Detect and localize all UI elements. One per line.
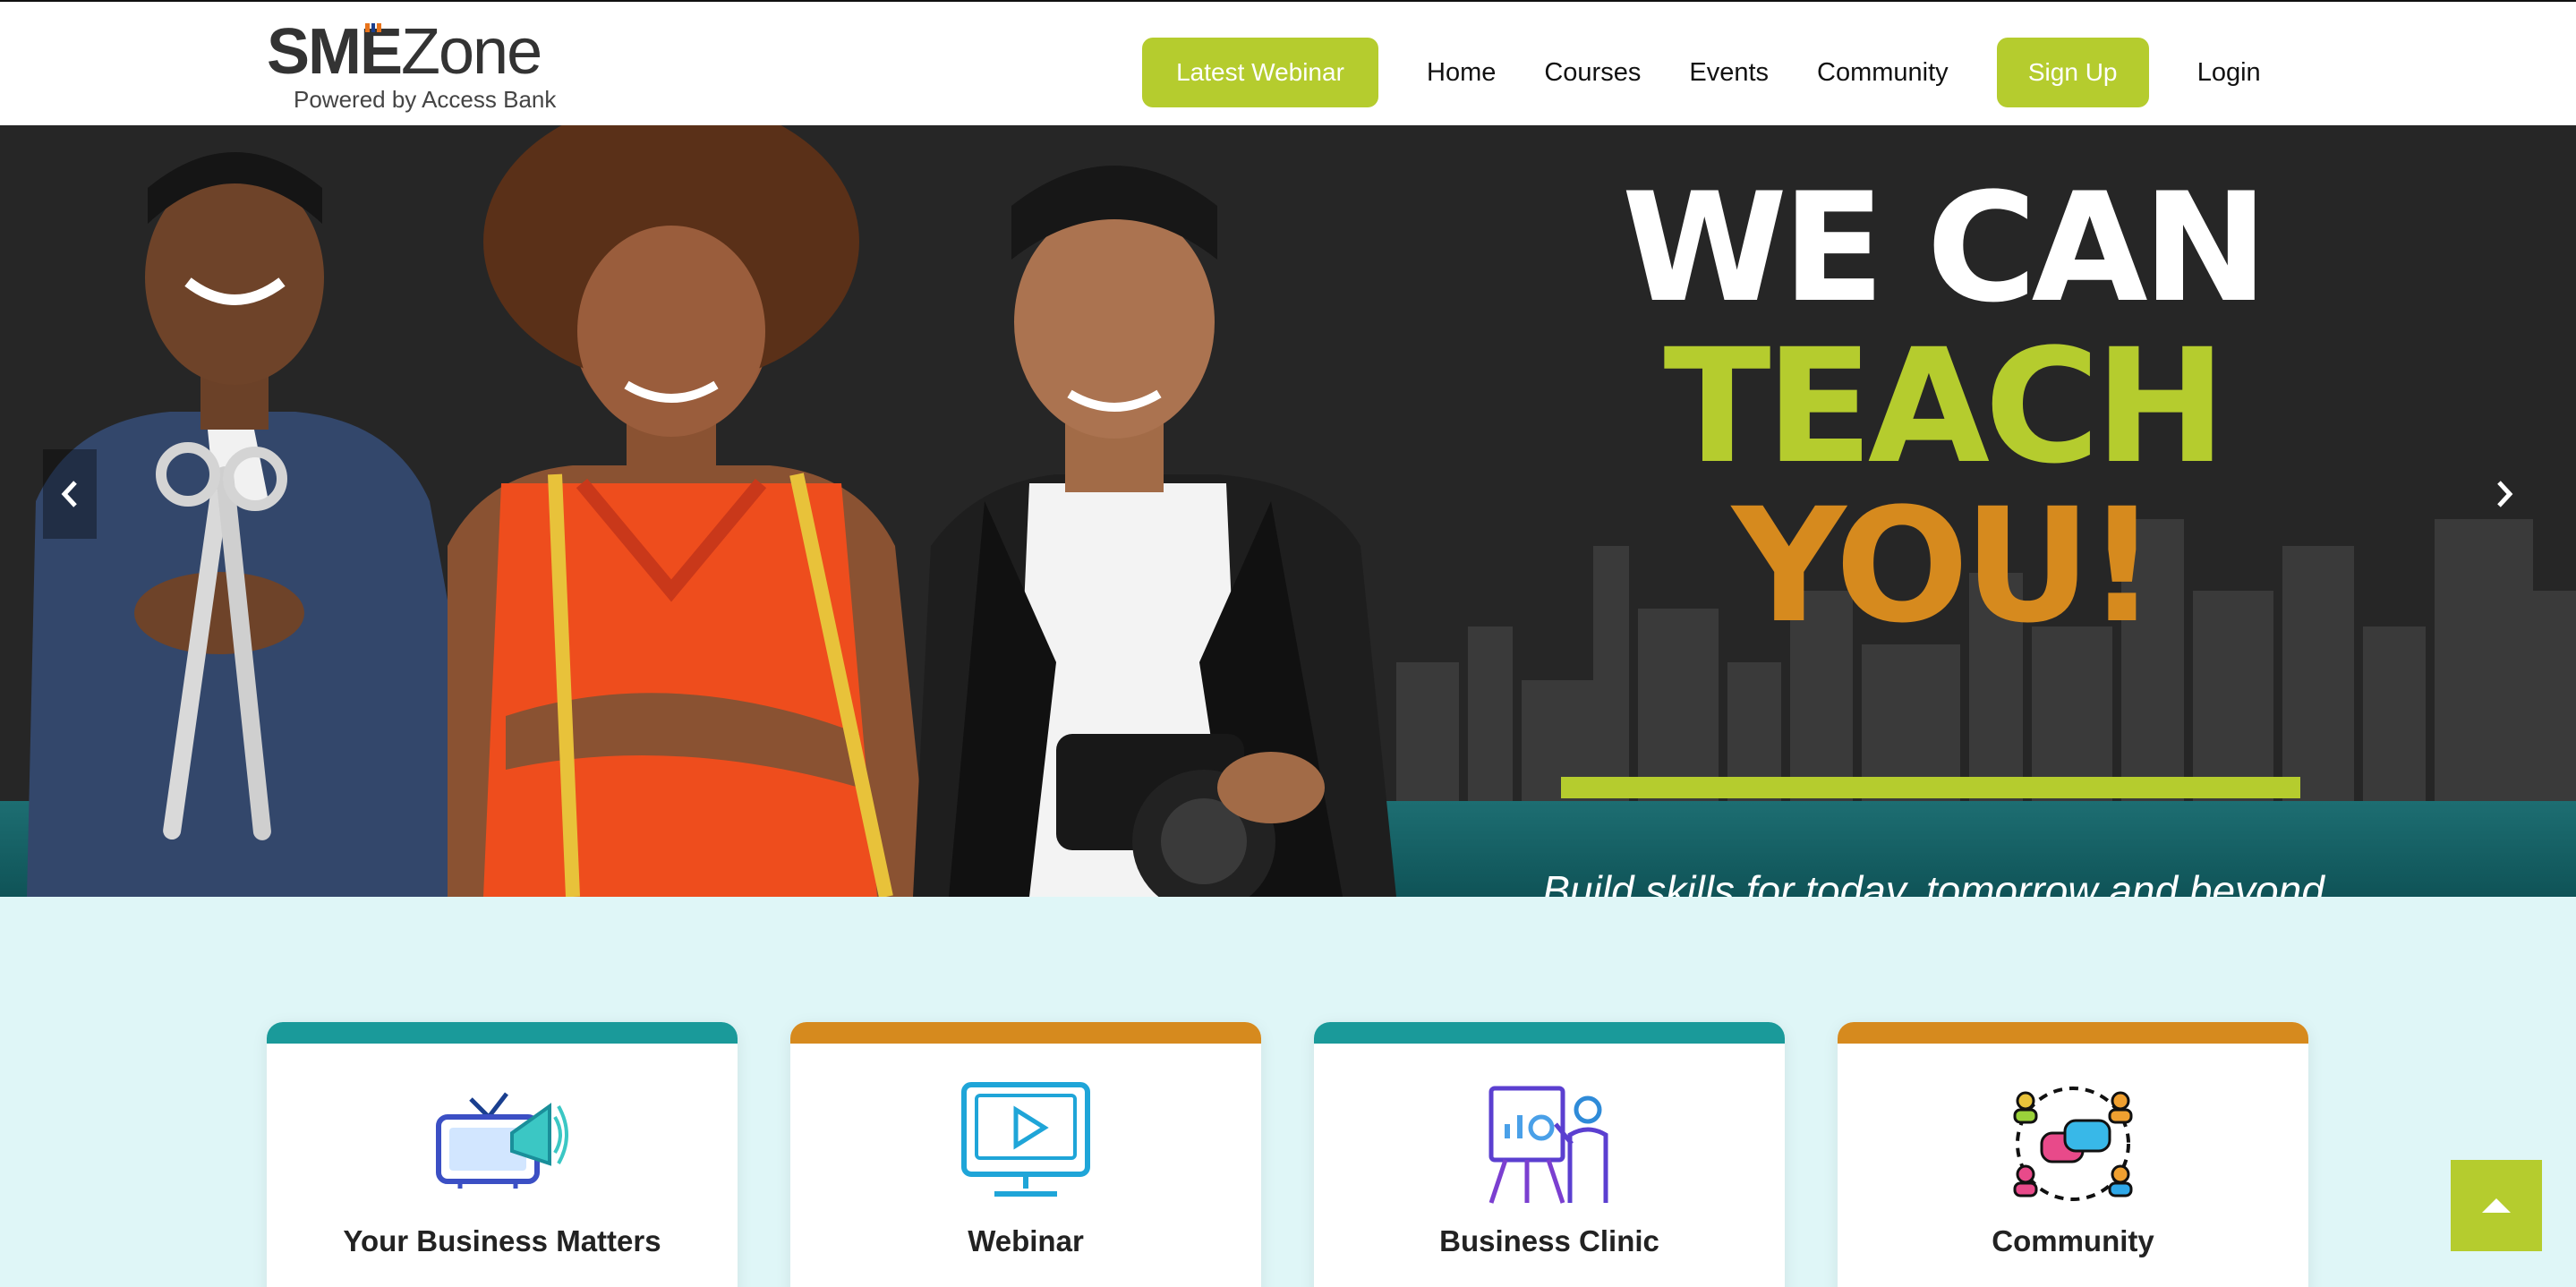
nav-login[interactable]: Login [2197,58,2261,88]
back-to-top-button[interactable] [2451,1160,2542,1251]
card-accent-bar [1838,1022,2308,1044]
carousel-next-button[interactable] [2478,449,2531,539]
service-card-your-business-matters[interactable]: Your Business Matters [267,1022,738,1287]
nav-community[interactable]: Community [1817,58,1949,88]
presentation-icon [1488,1086,1608,1204]
hero-headline: WE CAN TEACH YOU! [1486,168,2399,646]
monitor-play-icon [961,1082,1090,1197]
service-card-webinar[interactable]: Webinar [790,1022,1261,1287]
card-title: Your Business Matters [343,1224,661,1257]
chevron-right-icon [2497,481,2513,507]
logo-wordmark: SME Zone [267,20,556,84]
nav-events[interactable]: Events [1689,58,1769,88]
services-section: Your Business Matters Webinar Business C… [0,897,2576,1287]
card-title: Business Clinic [1439,1224,1659,1257]
community-chat-icon [2013,1087,2133,1201]
card-accent-bar [790,1022,1261,1044]
carousel-prev-button[interactable] [43,449,97,539]
hero-tagline: Build skills for today, tomorrow and bey… [1542,867,2324,897]
chevron-left-icon [61,481,77,507]
card-title: Community [1992,1224,2154,1257]
service-card-community[interactable]: Community [1838,1022,2308,1287]
smezone-logo[interactable]: SME Zone Powered by Access Bank [267,20,556,114]
card-title: Webinar [968,1224,1084,1257]
logo-tagline: Powered by Access Bank [294,86,557,113]
nav-home[interactable]: Home [1427,58,1496,88]
card-accent-bar [1314,1022,1785,1044]
latest-webinar-button[interactable]: Latest Webinar [1142,38,1378,107]
main-nav: Latest Webinar Home Courses Events Commu… [1142,38,2261,107]
hero-carousel: WE CAN TEACH YOU! Build skills for today… [0,125,2576,897]
caret-up-icon [2482,1198,2511,1213]
service-card-business-clinic[interactable]: Business Clinic [1314,1022,1785,1287]
hero-divider [1561,777,2300,798]
logo-color-bars [365,23,382,32]
hero-line-2: TEACH [1663,315,2227,499]
hero-line-3: YOU! [1732,474,2158,658]
sign-up-button[interactable]: Sign Up [1996,38,2149,107]
logo-zone: Zone [401,16,542,88]
hero-line-1: WE CAN [1621,160,2268,336]
tv-megaphone-icon [436,1092,568,1189]
site-header: SME Zone Powered by Access Bank Latest W… [0,0,2576,125]
nav-courses[interactable]: Courses [1544,58,1641,88]
card-accent-bar [267,1022,738,1044]
